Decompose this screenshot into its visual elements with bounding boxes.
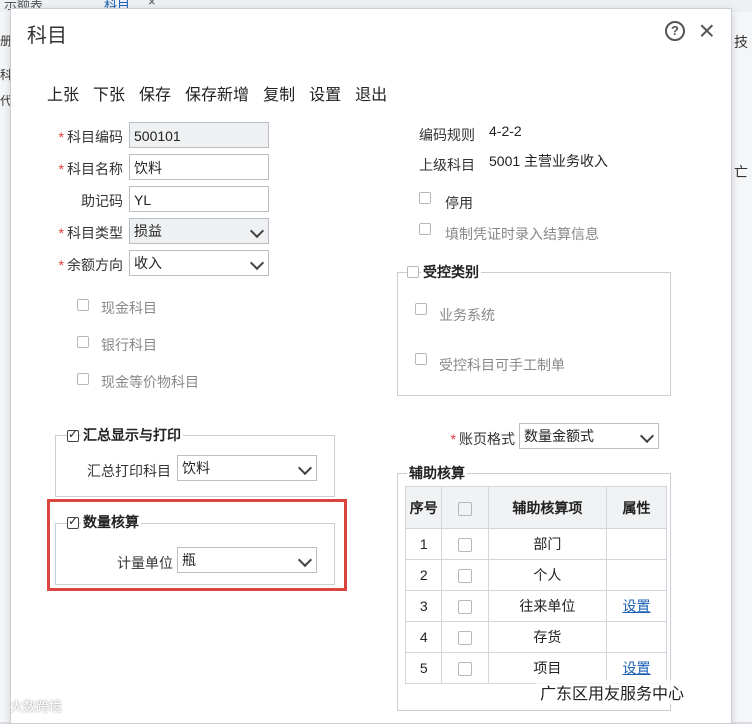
code-input[interactable]: 500101 bbox=[129, 122, 269, 148]
balance-label: * 余额方向 bbox=[58, 257, 123, 273]
aux-header-item: 辅助核算项 bbox=[487, 486, 608, 529]
aux-row-no: 3 bbox=[404, 590, 443, 622]
help-icon[interactable]: ? bbox=[665, 21, 685, 41]
page-format-label: * 账页格式 bbox=[450, 431, 515, 447]
table-row: 4 存货 bbox=[404, 621, 667, 653]
chevron-down-icon bbox=[297, 460, 313, 476]
aux-row-no: 2 bbox=[404, 559, 443, 591]
disable-checkbox[interactable] bbox=[419, 192, 431, 204]
mnemonic-input[interactable]: YL bbox=[129, 186, 269, 212]
bank-label: 银行科目 bbox=[101, 337, 157, 353]
exit-button[interactable]: 退出 bbox=[355, 81, 387, 105]
manual-checkbox[interactable] bbox=[415, 353, 427, 365]
aux-row-checkbox[interactable] bbox=[458, 631, 473, 646]
aux-row-checkbox-cell bbox=[441, 621, 489, 653]
aux-select-all-checkbox[interactable] bbox=[458, 501, 473, 516]
code-label: * 科目编码 bbox=[58, 129, 123, 145]
table-row: 1 部门 bbox=[404, 528, 667, 560]
summary-print-label: 汇总打印科目 bbox=[87, 463, 171, 479]
cash-equiv-label: 现金等价物科目 bbox=[101, 374, 199, 390]
chevron-down-icon bbox=[249, 223, 265, 239]
summary-checkbox[interactable] bbox=[67, 427, 79, 442]
aux-title: 辅助核算 bbox=[407, 463, 467, 483]
mnemonic-label: 助记码 bbox=[81, 193, 123, 209]
settings-button[interactable]: 设置 bbox=[309, 81, 341, 105]
aux-row-checkbox[interactable] bbox=[458, 569, 473, 584]
balance-select[interactable]: 收入 bbox=[129, 250, 269, 276]
aux-row-attr-cell: 设置 bbox=[606, 652, 667, 684]
page-format-select[interactable]: 数量金额式 bbox=[519, 423, 659, 449]
aux-row-item: 项目 bbox=[487, 652, 608, 684]
type-select[interactable]: 损益 bbox=[129, 218, 269, 244]
chevron-down-icon bbox=[639, 428, 655, 444]
disable-label: 停用 bbox=[445, 195, 473, 211]
aux-row-checkbox[interactable] bbox=[458, 600, 473, 615]
controlled-group bbox=[397, 272, 671, 396]
prev-button[interactable]: 上张 bbox=[47, 81, 79, 105]
watermark-right: 广东区用友服务中心 bbox=[536, 680, 689, 704]
table-row: 3 往来单位 设置 bbox=[404, 590, 667, 622]
aux-row-checkbox-cell bbox=[441, 559, 489, 591]
watermark-left: 大数跨境 bbox=[10, 699, 63, 714]
aux-header-checkbox bbox=[441, 486, 489, 529]
parent-label: 上级科目 bbox=[419, 157, 475, 173]
aux-row-checkbox-cell bbox=[441, 652, 489, 684]
copy-button[interactable]: 复制 bbox=[263, 81, 295, 105]
aux-settings-link[interactable]: 设置 bbox=[623, 598, 651, 614]
aux-row-no: 5 bbox=[404, 652, 443, 684]
aux-table: 序号 辅助核算项 属性 1 部门 2 个人 3 往来单位 设置 4 存货 5 项… bbox=[404, 486, 667, 684]
highlight-box bbox=[47, 499, 347, 591]
aux-row-checkbox-cell bbox=[441, 590, 489, 622]
settle-label: 填制凭证时录入结算信息 bbox=[445, 226, 599, 242]
chevron-down-icon bbox=[249, 255, 265, 271]
rule-value: 4-2-2 bbox=[489, 123, 522, 139]
aux-settings-link[interactable]: 设置 bbox=[623, 660, 651, 676]
aux-row-attr-cell: 设置 bbox=[606, 590, 667, 622]
bank-checkbox[interactable] bbox=[77, 336, 89, 348]
rule-label: 编码规则 bbox=[419, 127, 475, 143]
cash-equiv-checkbox[interactable] bbox=[77, 373, 89, 385]
background-right-glyph: 技 bbox=[734, 34, 748, 50]
type-label: * 科目类型 bbox=[58, 225, 123, 241]
aux-row-checkbox-cell bbox=[441, 528, 489, 560]
name-input[interactable]: 饮料 bbox=[129, 154, 269, 180]
aux-row-item: 个人 bbox=[487, 559, 608, 591]
controlled-title: 受控类别 bbox=[421, 262, 481, 282]
cash-checkbox[interactable] bbox=[77, 299, 89, 311]
save-button[interactable]: 保存 bbox=[139, 81, 171, 105]
aux-header-attr: 属性 bbox=[606, 486, 667, 529]
summary-print-select[interactable]: 饮料 bbox=[177, 455, 317, 481]
aux-row-attr bbox=[606, 621, 667, 653]
controlled-checkbox[interactable] bbox=[407, 266, 419, 278]
aux-row-checkbox[interactable] bbox=[458, 538, 473, 553]
toolbar: 上张 下张 保存 保存新增 复制 设置 退出 bbox=[47, 81, 387, 105]
aux-row-item: 存货 bbox=[487, 621, 608, 653]
name-label: * 科目名称 bbox=[58, 161, 123, 177]
next-button[interactable]: 下张 bbox=[93, 81, 125, 105]
subject-dialog: 科目 ? × 上张 下张 保存 保存新增 复制 设置 退出 * 科目编码 5001… bbox=[10, 8, 732, 724]
manual-label: 受控科目可手工制单 bbox=[439, 357, 565, 373]
aux-row-no: 4 bbox=[404, 621, 443, 653]
settle-checkbox[interactable] bbox=[419, 223, 431, 235]
biz-system-label: 业务系统 bbox=[439, 307, 495, 323]
dialog-title: 科目 bbox=[27, 25, 67, 47]
table-row: 5 项目 设置 bbox=[404, 652, 667, 684]
summary-title: 汇总显示与打印 bbox=[81, 425, 183, 445]
parent-value: 5001 主营业务收入 bbox=[489, 153, 609, 169]
background-right-panel: 技 亡 bbox=[729, 12, 752, 722]
save-and-new-button[interactable]: 保存新增 bbox=[185, 81, 249, 105]
aux-row-no: 1 bbox=[404, 528, 443, 560]
table-row: 2 个人 bbox=[404, 559, 667, 591]
aux-row-attr bbox=[606, 559, 667, 591]
close-icon[interactable]: × bbox=[699, 13, 715, 49]
aux-header-no: 序号 bbox=[404, 486, 443, 529]
aux-row-item: 往来单位 bbox=[487, 590, 608, 622]
biz-system-checkbox[interactable] bbox=[415, 303, 427, 315]
aux-row-attr bbox=[606, 528, 667, 560]
aux-row-item: 部门 bbox=[487, 528, 608, 560]
aux-row-checkbox[interactable] bbox=[458, 662, 473, 677]
cash-label: 现金科目 bbox=[101, 300, 157, 316]
background-right-glyph: 亡 bbox=[734, 164, 748, 180]
